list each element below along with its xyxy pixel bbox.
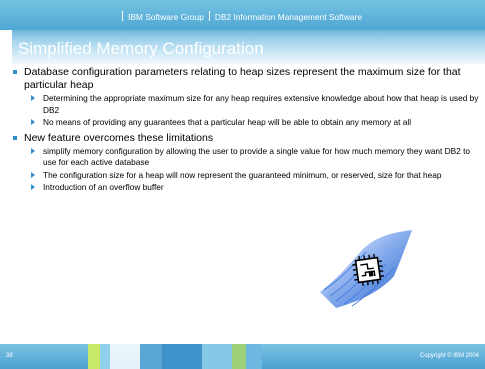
sub-bullet-item: Introduction of an overflow buffer: [12, 182, 482, 194]
square-bullet-icon: [13, 135, 17, 140]
triangle-bullet-icon: [31, 147, 35, 154]
page-number: 38: [6, 353, 13, 359]
triangle-bullet-icon: [31, 119, 35, 125]
header-divider: [122, 11, 123, 21]
header-text: IBM Software Group DB2 Information Manage…: [122, 11, 362, 23]
footer-bar: [0, 344, 485, 369]
triangle-bullet-icon: [31, 184, 35, 190]
sub-bullet-item: simplify memory configuration by allowin…: [12, 146, 482, 169]
sub-bullet-item: No means of providing any guarantees tha…: [12, 117, 482, 129]
bullet-text: New feature overcomes these limitations: [24, 131, 214, 144]
sub-bullet-text: Determining the appropriate maximum size…: [43, 93, 479, 115]
sub-bullet-text: The configuration size for a heap will n…: [43, 169, 442, 180]
square-bullet-icon: [13, 70, 17, 74]
slide: IBM Software Group DB2 Information Manage…: [0, 0, 485, 369]
microchip-icon: [320, 230, 412, 308]
triangle-bullet-icon: [31, 171, 35, 178]
header-division: DB2 Information Management Software: [214, 12, 362, 22]
slide-content: Database configuration parameters relati…: [12, 66, 482, 194]
bullet-item: New feature overcomes these limitations: [12, 132, 482, 145]
sub-bullet-text: simplify memory configuration by allowin…: [43, 145, 471, 168]
slide-title: Simplified Memory Configuration: [18, 39, 264, 58]
triangle-bullet-icon: [31, 95, 35, 101]
copyright-text: Copyright © IBM 2004: [419, 353, 479, 359]
sub-bullet-item: Determining the appropriate maximum size…: [12, 93, 482, 116]
sub-bullet-text: Introduction of an overflow buffer: [43, 182, 164, 192]
header-company: IBM Software Group: [128, 12, 204, 22]
bullet-item: Database configuration parameters relati…: [12, 66, 482, 92]
sub-bullet-item: The configuration size for a heap will n…: [12, 170, 482, 182]
header-divider: [208, 11, 210, 21]
sub-bullet-text: No means of providing any guarantees tha…: [43, 117, 412, 127]
bullet-text: Database configuration parameters relati…: [24, 66, 461, 91]
